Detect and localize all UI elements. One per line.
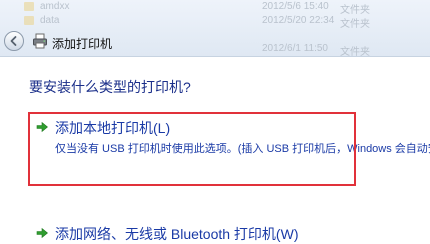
page-heading: 要安装什么类型的打印机? — [29, 79, 191, 95]
background-row-date: 2012/5/20 22:34 — [262, 15, 335, 26]
window-title: 添加打印机 — [52, 37, 113, 51]
background-row-date: 2012/5/6 15:40 — [262, 1, 329, 12]
wizard-titlebar: 添加打印机 — [0, 28, 430, 56]
background-row-name: data — [40, 15, 60, 26]
back-arrow-icon — [10, 36, 17, 46]
back-button[interactable] — [4, 31, 24, 51]
folder-icon — [24, 2, 34, 11]
printer-icon — [33, 33, 47, 49]
background-row-name: amdxx — [40, 1, 70, 12]
folder-icon — [24, 16, 34, 25]
green-arrow-icon — [36, 227, 48, 239]
background-row: data 2012/5/20 22:34 文件夹 — [0, 14, 430, 30]
background-row: amdxx 2012/5/6 15:40 文件夹 — [0, 0, 430, 16]
add-network-printer-label[interactable]: 添加网络、无线或 Bluetooth 打印机(W) — [55, 224, 298, 244]
highlight-box — [28, 112, 356, 186]
